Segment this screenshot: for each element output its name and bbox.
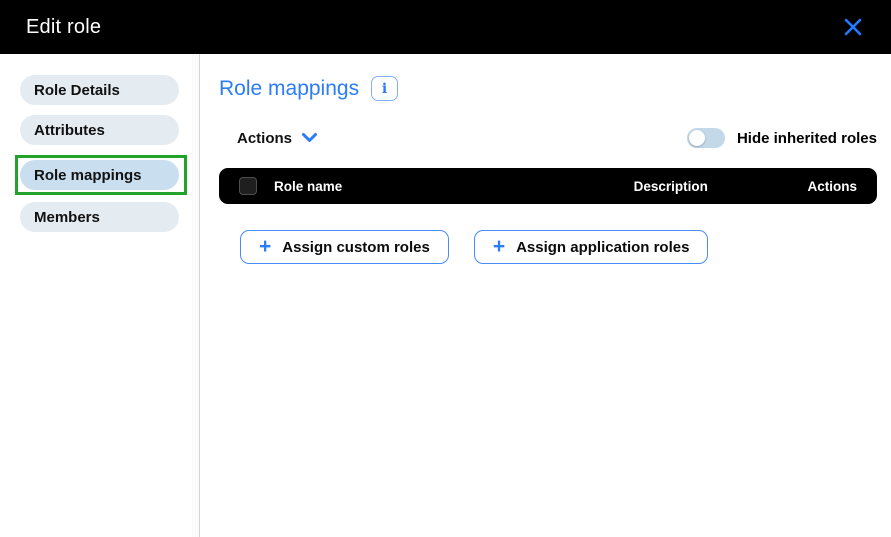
dialog-body: Role Details Attributes Role mappings Me… <box>0 54 891 537</box>
sidebar-item-label: Role Details <box>34 82 120 99</box>
toggle-knob <box>689 130 705 146</box>
sidebar-item-attributes[interactable]: Attributes <box>20 115 179 145</box>
sidebar-item-role-mappings[interactable]: Role mappings <box>20 160 179 190</box>
dialog-title: Edit role <box>26 16 101 39</box>
actions-dropdown[interactable]: Actions <box>237 130 318 147</box>
page-title: Role mappings <box>219 77 359 101</box>
column-header-role-name: Role name <box>274 179 534 194</box>
sidebar-item-members[interactable]: Members <box>20 202 179 232</box>
assign-buttons-row: + Assign custom roles + Assign applicati… <box>240 230 877 264</box>
assign-application-roles-label: Assign application roles <box>516 239 689 256</box>
sidebar-item-role-details[interactable]: Role Details <box>20 75 179 105</box>
sidebar-nav: Role Details Attributes Role mappings Me… <box>0 54 200 537</box>
selection-highlight-box: Role mappings <box>15 155 187 195</box>
sidebar-item-label: Role mappings <box>34 167 142 184</box>
actions-dropdown-label: Actions <box>237 130 292 147</box>
table-header-row: Role name Description Actions <box>219 168 877 204</box>
close-button[interactable] <box>839 13 867 41</box>
chevron-down-icon <box>301 130 318 147</box>
sidebar-item-label: Attributes <box>34 122 105 139</box>
select-all-checkbox[interactable] <box>239 177 257 195</box>
page-heading-row: Role mappings i <box>219 76 877 101</box>
dialog-header: Edit role <box>0 0 891 54</box>
hide-inherited-toggle-group: Hide inherited roles <box>687 128 877 148</box>
main-content: Role mappings i Actions Hide inherited r… <box>200 54 891 537</box>
column-header-actions: Actions <box>807 179 857 194</box>
plus-icon: + <box>493 236 505 257</box>
actions-row: Actions Hide inherited roles <box>219 128 877 148</box>
info-icon[interactable]: i <box>371 76 398 101</box>
hide-inherited-roles-toggle[interactable] <box>687 128 725 148</box>
sidebar-item-label: Members <box>34 209 100 226</box>
close-icon <box>843 25 863 40</box>
plus-icon: + <box>259 236 271 257</box>
assign-application-roles-button[interactable]: + Assign application roles <box>474 230 709 264</box>
assign-custom-roles-button[interactable]: + Assign custom roles <box>240 230 449 264</box>
assign-custom-roles-label: Assign custom roles <box>282 239 430 256</box>
column-header-description: Description <box>534 179 807 194</box>
hide-inherited-roles-label: Hide inherited roles <box>737 130 877 147</box>
